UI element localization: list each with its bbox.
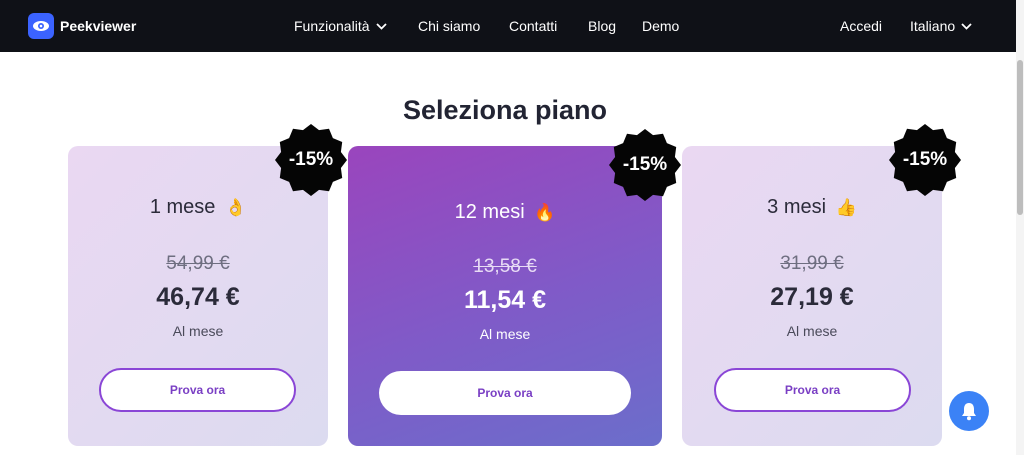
login-link[interactable]: Accedi xyxy=(840,18,882,34)
language-select[interactable]: Italiano xyxy=(910,18,972,34)
ok-hand-icon: 👌 xyxy=(224,198,247,217)
nav-item-about-label: Chi siamo xyxy=(418,18,481,34)
discount-badge-text: -15% xyxy=(622,154,668,175)
eye-icon xyxy=(28,13,54,39)
try-now-button[interactable]: Prova ora xyxy=(714,368,911,412)
login-label: Accedi xyxy=(840,18,883,34)
nav-item-contacts-label: Contatti xyxy=(509,18,558,34)
chevron-down-icon xyxy=(375,22,387,30)
old-price: 13,58 € xyxy=(473,256,537,277)
nav-item-about[interactable]: Chi siamo xyxy=(418,18,480,34)
top-nav: Peekviewer Funzionalità Chi siamo Contat… xyxy=(0,0,1016,52)
brand-logo[interactable]: Peekviewer xyxy=(28,13,136,39)
price: 11,54 € xyxy=(463,286,547,314)
scrollbar-thumb[interactable] xyxy=(1017,60,1023,215)
plan-name-text: 1 mese xyxy=(149,196,216,218)
plan-name-text: 12 mesi xyxy=(454,201,525,223)
brand-name: Peekviewer xyxy=(60,18,137,34)
nav-item-blog[interactable]: Blog xyxy=(588,18,616,34)
price-period: Al mese xyxy=(172,323,224,339)
language-label: Italiano xyxy=(910,18,956,34)
try-now-button[interactable]: Prova ora xyxy=(379,371,631,415)
price-period: Al mese xyxy=(479,326,531,342)
nav-item-blog-label: Blog xyxy=(588,18,617,34)
discount-badge: -15% xyxy=(274,123,348,197)
discount-badge: -15% xyxy=(888,123,962,197)
old-price: 31,99 € xyxy=(780,253,844,274)
price: 27,19 € xyxy=(770,283,854,311)
plan-name: 12 mesi 🔥 xyxy=(348,201,662,224)
fire-icon: 🔥 xyxy=(534,203,556,222)
nav-item-demo[interactable]: Demo xyxy=(642,18,679,34)
notification-button[interactable] xyxy=(949,391,989,431)
plan-name: 3 mesi 👍 xyxy=(682,196,942,219)
try-now-button[interactable]: Prova ora xyxy=(99,368,296,412)
page-title: Seleziona piano xyxy=(402,95,608,125)
nav-item-features-label: Funzionalità xyxy=(294,18,370,34)
nav-item-contacts[interactable]: Contatti xyxy=(509,18,557,34)
nav-item-demo-label: Demo xyxy=(642,18,680,34)
discount-badge-text: -15% xyxy=(288,149,334,170)
price-period: Al mese xyxy=(786,323,838,339)
discount-badge: -15% xyxy=(608,128,682,202)
bell-icon xyxy=(962,403,976,421)
nav-item-features[interactable]: Funzionalità xyxy=(294,18,387,34)
scrollbar[interactable] xyxy=(1016,0,1024,455)
plan-name: 1 mese 👌 xyxy=(68,196,328,219)
chevron-down-icon xyxy=(961,22,972,30)
old-price: 54,99 € xyxy=(166,253,230,274)
price: 46,74 € xyxy=(156,283,240,311)
thumbs-up-icon: 👍 xyxy=(835,198,857,217)
discount-badge-text: -15% xyxy=(902,149,948,170)
plan-name-text: 3 mesi xyxy=(767,196,827,218)
